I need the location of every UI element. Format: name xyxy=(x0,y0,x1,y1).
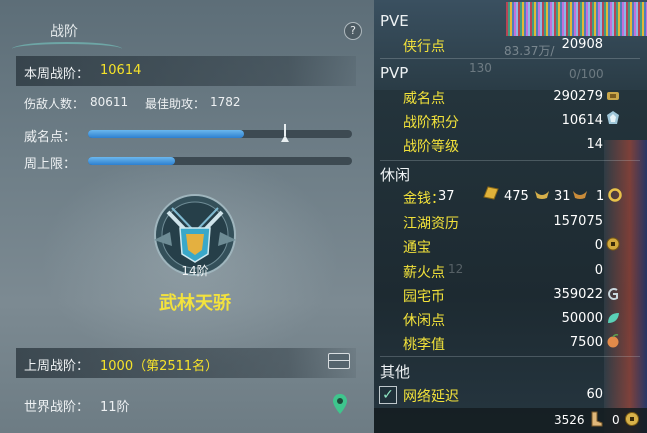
silver-ingot-icon xyxy=(535,191,549,199)
section-divider xyxy=(380,58,640,59)
money-gold-value: 37 xyxy=(438,189,455,204)
jianghu-label: 江湖资历 xyxy=(403,216,459,232)
tongbao-value: 0 xyxy=(594,238,603,253)
leaf-icon xyxy=(608,313,619,323)
pvp-header: PVP xyxy=(380,64,409,82)
prestige-bar-fill xyxy=(88,130,244,138)
panel-title: 战阶 xyxy=(50,24,78,40)
pvp-score-value: 10614 xyxy=(561,113,603,128)
week-rank-label: 本周战阶： xyxy=(24,67,90,82)
week-limit-bar-fill xyxy=(88,157,175,165)
latency-label: 网络延迟 xyxy=(403,389,459,405)
money-copper-value: 31 xyxy=(554,189,571,204)
tongbao-coin-icon xyxy=(606,237,620,251)
help-button[interactable]: ? xyxy=(344,22,362,40)
bg-level-text: 130 xyxy=(469,61,492,75)
yuanzhai-label: 园宅币 xyxy=(403,289,445,305)
bg-progress-text: 0/100 xyxy=(569,67,604,81)
pvp-prestige-label: 威名点 xyxy=(403,91,445,107)
section-divider xyxy=(380,356,640,357)
game-background-hud xyxy=(506,2,647,36)
yuanzhai-value: 359022 xyxy=(553,287,603,302)
week-rank-value: 10614 xyxy=(100,63,142,78)
location-pin-icon[interactable] xyxy=(333,394,347,414)
pvp-level-value: 14 xyxy=(586,137,603,152)
last-week-label: 上周战阶： xyxy=(24,359,90,374)
xinhuo-label: 薪火点 xyxy=(403,265,445,281)
rank-score-icon xyxy=(607,111,619,124)
reward-chest-icon[interactable] xyxy=(328,353,350,369)
rank-level: 14阶 xyxy=(181,264,209,278)
prestige-limit-marker-icon xyxy=(281,124,289,142)
panel-header: 战阶 xyxy=(0,16,374,48)
pve-item-value: 20908 xyxy=(561,37,603,52)
gold-ingot-icon xyxy=(483,186,499,200)
last-week-value: 1000（第2511名） xyxy=(100,359,219,374)
prestige-label: 威名点： xyxy=(24,130,77,145)
house-coin-icon xyxy=(608,288,618,300)
leisure-header: 休闲 xyxy=(380,166,411,184)
week-limit-label: 周上限： xyxy=(24,157,77,172)
title-swoosh-decoration xyxy=(12,42,122,56)
pvp-score-label: 战阶积分 xyxy=(403,115,459,131)
currency-panel: 83.37万/ 130 0/100 12 PVE 侠行点 20908 PVP 威… xyxy=(374,0,647,433)
leisure-points-label: 休闲点 xyxy=(403,313,445,329)
footer-bar xyxy=(374,408,647,433)
pve-header: PVE xyxy=(380,12,409,30)
pve-item-label: 侠行点 xyxy=(403,39,445,55)
copper-ingot-icon xyxy=(573,191,587,199)
jianghu-value: 157075 xyxy=(553,214,603,229)
world-rank-value: 11阶 xyxy=(100,400,130,415)
assist-value: 1782 xyxy=(210,95,241,109)
other-header: 其他 xyxy=(380,363,411,381)
coin-ring-icon xyxy=(608,188,622,202)
latency-value: 60 xyxy=(586,387,603,402)
latency-checkbox[interactable]: ✓ xyxy=(379,386,397,404)
week-limit-bar xyxy=(88,157,352,165)
pvp-level-label: 战阶等级 xyxy=(403,139,459,155)
bg-number-text: 12 xyxy=(448,262,464,276)
prestige-bar xyxy=(88,124,352,142)
boot-icon xyxy=(591,411,603,427)
footer-value-a: 3526 xyxy=(554,413,585,427)
footer-value-b: 0 xyxy=(612,413,620,427)
kills-value: 80611 xyxy=(90,95,129,109)
taoli-label: 桃李值 xyxy=(403,337,445,353)
world-rank-label: 世界战阶： xyxy=(24,400,90,415)
peach-icon xyxy=(607,334,619,348)
money-silver-value: 475 xyxy=(504,189,529,204)
bg-hp-text: 83.37万/ xyxy=(504,44,555,58)
leisure-points-value: 50000 xyxy=(561,311,603,326)
rank-panel: 战阶 ? 本周战阶： 10614 伤敌人数： 80611 最佳助攻： 1782 … xyxy=(0,0,374,433)
pvp-prestige-value: 290279 xyxy=(553,89,603,104)
kills-label: 伤敌人数： xyxy=(24,97,85,111)
xinhuo-value: 0 xyxy=(594,263,603,278)
assist-label: 最佳助攻： xyxy=(145,97,206,111)
prestige-icon xyxy=(607,92,619,100)
rank-title: 武林天骄 xyxy=(159,293,231,314)
tongbao-label: 通宝 xyxy=(403,240,431,256)
taoli-value: 7500 xyxy=(569,335,603,350)
section-divider xyxy=(380,160,640,161)
coin-icon xyxy=(625,412,639,426)
money-other-value: 1 xyxy=(596,189,605,204)
